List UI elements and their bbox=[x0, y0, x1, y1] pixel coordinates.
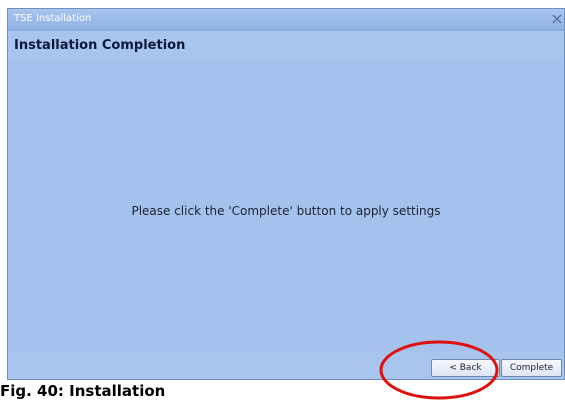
close-icon[interactable]: × bbox=[550, 10, 564, 28]
back-button[interactable]: < Back bbox=[431, 359, 500, 377]
title-bar: TSE Installation × bbox=[8, 9, 564, 31]
complete-button[interactable]: Complete bbox=[501, 359, 562, 377]
page-title: Installation Completion bbox=[14, 38, 186, 53]
window-title: TSE Installation bbox=[14, 13, 92, 24]
figure-caption: Fig. 40: Installation bbox=[0, 382, 166, 400]
instruction-message: Please click the 'Complete' button to ap… bbox=[131, 204, 441, 218]
content-panel: Please click the 'Complete' button to ap… bbox=[8, 59, 564, 351]
page-header: Installation Completion bbox=[8, 31, 564, 59]
installer-window: TSE Installation × Installation Completi… bbox=[7, 8, 565, 380]
